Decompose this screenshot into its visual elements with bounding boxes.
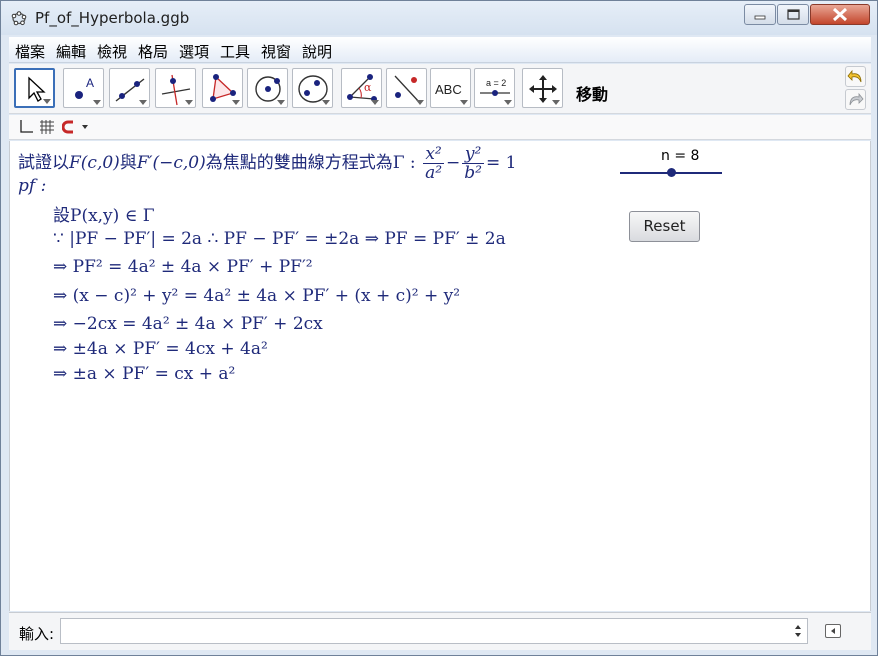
fraction-y: y² b² [462, 145, 484, 182]
window-title: Pf_of_Hyperbola.ggb [35, 9, 190, 27]
theorem-statement: 試證以F(c,0)與F′(−c,0)為焦點的雙曲線方程式為Γ : x² a² − y²… [18, 145, 516, 182]
maximize-button[interactable] [777, 4, 809, 25]
point-capturing-magnet-icon[interactable] [62, 119, 78, 135]
tool-line[interactable] [109, 68, 150, 108]
tool-circle[interactable] [247, 68, 288, 108]
minimize-icon [754, 15, 766, 20]
slider-tool-caption: a = 2 [486, 78, 506, 88]
proof-line-6: ⇒ ±4a × PF′ = 4cx + 4a² [53, 339, 268, 359]
maximize-icon [787, 9, 800, 20]
svg-text:α: α [364, 81, 372, 94]
tool-polygon[interactable] [202, 68, 243, 108]
dropdown-indicator-icon [322, 100, 330, 105]
input-bar: 輸入: [9, 612, 871, 650]
tool-move[interactable] [14, 68, 55, 108]
title-bar: Pf_of_Hyperbola.ggb [1, 1, 877, 35]
menu-edit[interactable]: 編輯 [56, 41, 86, 62]
focus-f: F(c,0) [69, 153, 120, 173]
statement-prefix: 試證以 [18, 153, 69, 173]
dropdown-indicator-icon [139, 100, 147, 105]
toolbar: A α ABC a = 2 移動 [9, 64, 871, 114]
focus-f-prime: F′(−c,0) [136, 153, 206, 173]
dropdown-indicator-icon [185, 100, 193, 105]
geogebra-logo-icon [11, 11, 27, 26]
fraction-x: x² a² [423, 145, 445, 183]
proof-line-1: 設P(x,y) ∈ Γ [53, 206, 155, 226]
statement-mid: 與 [119, 153, 137, 173]
graphics-view[interactable]: 試證以F(c,0)與F′(−c,0)為焦點的雙曲線方程式為Γ : x² a² − y²… [9, 141, 871, 611]
proof-line-3: ⇒ PF² = 4a² ± 4a × PF′ + PF′² [53, 257, 313, 277]
dropdown-indicator-icon [277, 100, 285, 105]
text-tool-caption: ABC [435, 82, 462, 97]
redo-icon [849, 92, 864, 106]
minus-sign: − [446, 153, 461, 173]
fraction-y-numerator: y² [462, 145, 484, 164]
dropdown-indicator-icon [93, 100, 101, 105]
fraction-x-numerator: x² [423, 145, 445, 164]
close-icon [832, 7, 848, 22]
dropdown-indicator-icon [43, 99, 51, 104]
up-down-arrows-icon [795, 625, 801, 637]
tool-slider[interactable]: a = 2 [474, 68, 515, 108]
fraction-y-denominator: b² [464, 163, 482, 183]
slider-n-handle[interactable] [666, 168, 676, 177]
chevron-down-icon[interactable] [81, 119, 89, 135]
proof-line-4: ⇒ (x − c)² + y² = 4a² ± 4a × PF′ + (x + … [53, 286, 461, 306]
input-field[interactable] [60, 618, 808, 644]
axes-toggle-icon[interactable] [17, 119, 33, 135]
proof-line-5: ⇒ −2cx = 4a² ± 4a × PF′ + 2cx [53, 314, 323, 334]
menu-file[interactable]: 檔案 [15, 41, 45, 62]
tool-conic[interactable] [292, 68, 333, 108]
tool-text[interactable]: ABC [430, 68, 471, 108]
equation-rhs: = 1 [485, 153, 517, 173]
dropdown-indicator-icon [232, 100, 240, 105]
undo-icon [847, 69, 862, 83]
tool-point[interactable]: A [63, 68, 104, 108]
dropdown-indicator-icon [552, 100, 560, 105]
keyboard-toggle-icon [831, 628, 835, 634]
grid-toggle-icon[interactable] [39, 119, 55, 135]
tool-move-graphics[interactable] [522, 68, 563, 108]
tool-perpendicular[interactable] [155, 68, 196, 108]
style-bar [9, 115, 871, 140]
tool-angle[interactable]: α [341, 68, 382, 108]
tool-reflect[interactable] [386, 68, 427, 108]
menu-help[interactable]: 說明 [302, 41, 332, 62]
undo-button[interactable] [845, 66, 866, 87]
input-label: 輸入: [19, 625, 55, 643]
statement-suffix: 為焦點的雙曲線方程式為Γ : [205, 153, 416, 173]
menu-window[interactable]: 視窗 [261, 41, 291, 62]
dropdown-indicator-icon [371, 100, 379, 105]
slider-n-label: n = 8 [661, 148, 700, 164]
reset-button[interactable]: Reset [629, 211, 700, 242]
proof-line-7: ⇒ ±a × PF′ = cx + a² [53, 364, 236, 384]
input-history-spinner[interactable] [794, 624, 802, 639]
close-button[interactable] [810, 4, 870, 25]
dropdown-indicator-icon [416, 100, 424, 105]
svg-text:A: A [86, 76, 94, 90]
menu-view[interactable]: 檢視 [97, 41, 127, 62]
redo-button[interactable] [845, 89, 866, 110]
fraction-x-denominator: a² [425, 163, 443, 183]
menu-bar: 檔案 編輯 檢視 格局 選項 工具 視窗 說明 [9, 37, 871, 63]
proof-line-2: ∵ |PF − PF′| = 2a ∴ PF − PF′ = ±2a ⇒ PF … [53, 229, 506, 249]
app-window: Pf_of_Hyperbola.ggb 檔案 編輯 檢視 格局 選項 工具 視窗… [0, 0, 878, 656]
menu-tools[interactable]: 工具 [220, 41, 250, 62]
menu-perspectives[interactable]: 格局 [138, 41, 168, 62]
menu-options[interactable]: 選項 [179, 41, 209, 62]
dropdown-indicator-icon [460, 100, 468, 105]
minimize-button[interactable] [744, 4, 776, 25]
proof-label: pf : [18, 176, 47, 196]
active-tool-label: 移動 [576, 85, 609, 104]
dropdown-indicator-icon [504, 100, 512, 105]
input-help-button[interactable] [825, 624, 841, 638]
